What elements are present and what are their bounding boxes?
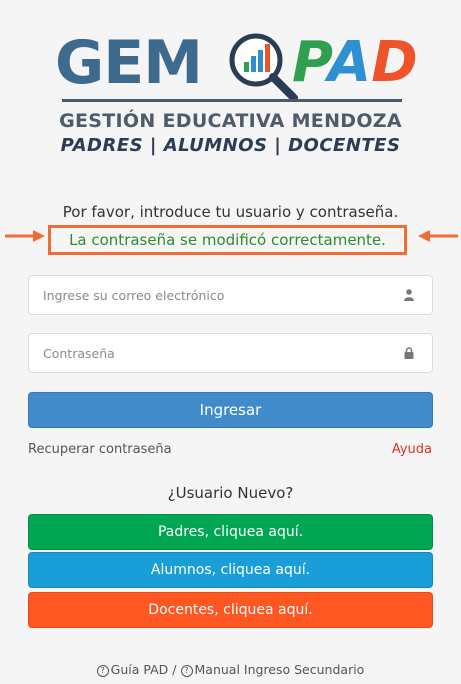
new-user-heading: ¿Usuario Nuevo? <box>167 484 294 502</box>
logo-gem-text: GEM <box>55 28 203 98</box>
arrow-left-icon <box>418 230 458 242</box>
login-button[interactable]: Ingresar <box>28 392 433 428</box>
email-input[interactable] <box>29 276 383 314</box>
lock-icon <box>404 347 414 359</box>
logo-divider <box>62 99 402 102</box>
gem-pad-logo: GEM PAD GESTIÓN EDUCATIVA MENDOZA PADRES… <box>0 0 461 170</box>
magnifier-chart-icon <box>229 33 298 102</box>
guide-pad-link[interactable]: ? Guía PAD <box>96 662 168 677</box>
logo-subtitle: GESTIÓN EDUCATIVA MENDOZA <box>59 110 402 132</box>
user-icon <box>404 289 414 301</box>
login-prompt: Por favor, introduce tu usuario y contra… <box>62 203 399 221</box>
arrow-right-icon <box>5 230 45 242</box>
password-input[interactable] <box>29 334 383 372</box>
question-circle-icon: ? <box>96 665 109 677</box>
logo-pad-text: PAD <box>292 30 418 95</box>
password-field-wrapper <box>28 333 433 373</box>
question-circle-icon: ? <box>180 665 193 677</box>
recover-password-link[interactable]: Recuperar contraseña <box>28 442 172 457</box>
manual-link[interactable]: ? Manual Ingreso Secundario <box>180 662 364 677</box>
logo-roles: PADRES | ALUMNOS | DOCENTES <box>60 135 401 156</box>
padres-button[interactable]: Padres, cliquea aquí. <box>28 514 433 550</box>
docentes-button[interactable]: Docentes, cliquea aquí. <box>28 592 433 628</box>
alumnos-button[interactable]: Alumnos, cliquea aquí. <box>28 552 433 588</box>
email-field-wrapper <box>28 275 433 315</box>
help-link[interactable]: Ayuda <box>392 442 432 457</box>
footer-separator: / <box>172 662 177 677</box>
footer-links: ? Guía PAD / ? Manual Ingreso Secundario <box>0 662 461 677</box>
success-message: La contraseña se modificó correctamente. <box>48 225 407 255</box>
